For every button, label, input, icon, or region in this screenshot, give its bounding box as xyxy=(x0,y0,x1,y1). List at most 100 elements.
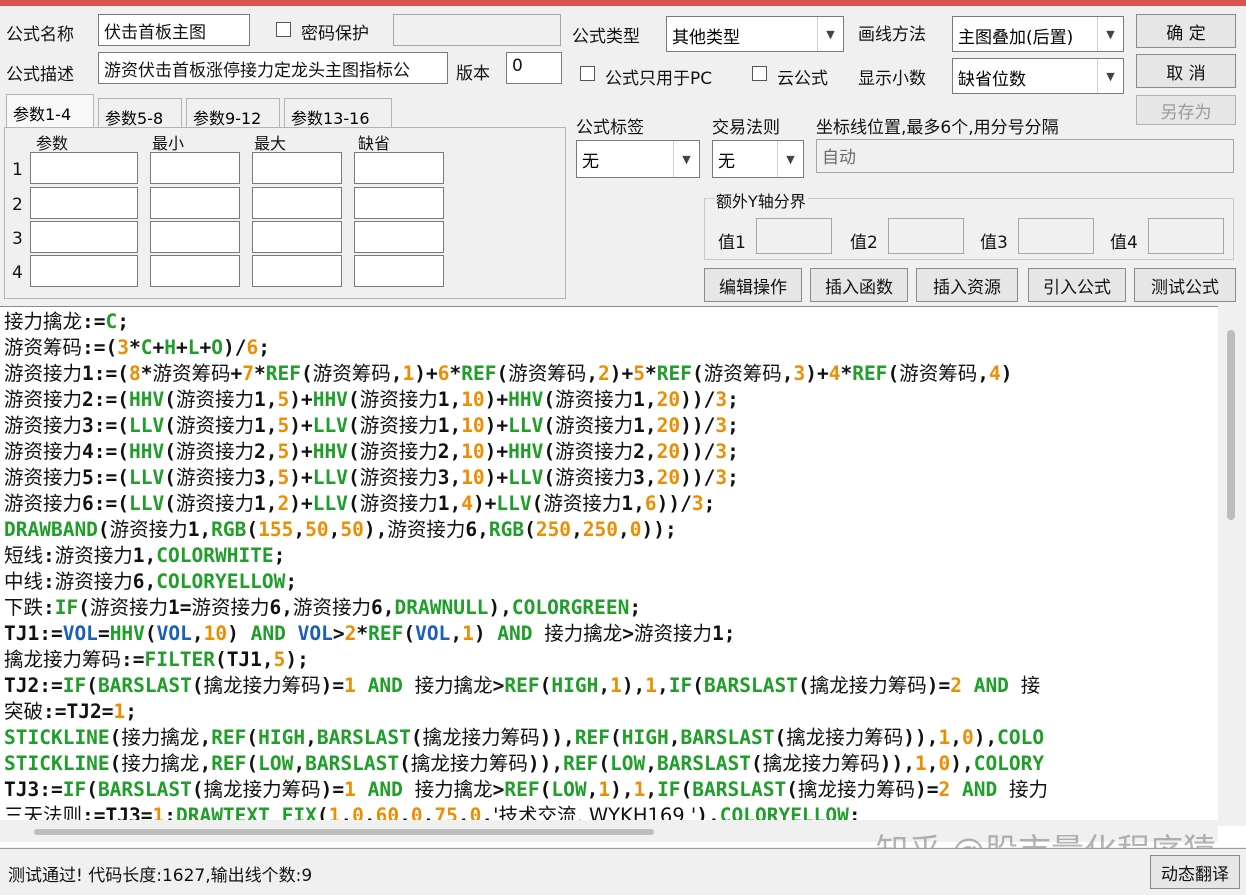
chevron-down-icon[interactable]: ▼ xyxy=(817,17,843,51)
draw-method-label: 画线方法 xyxy=(858,25,926,45)
import-formula-button[interactable]: 引入公式 xyxy=(1028,268,1126,302)
formula-type-select[interactable]: 其他类型 ▼ xyxy=(666,16,844,52)
param-header-min: 最小 xyxy=(152,134,185,153)
code-line[interactable]: 游资接力6:=(LLV(游资接力1,2)+LLV(游资接力1,4)+LLV(游资… xyxy=(4,491,1214,517)
code-line[interactable]: TJ1:=VOL=HHV(VOL,10) AND VOL>2*REF(VOL,1… xyxy=(4,621,1214,647)
param-row-label: 1 xyxy=(12,160,23,180)
code-editor[interactable]: 接力擒龙:=C; 游资筹码:=(3*C+H+L+O)/6; 游资接力1:=(8*游资… xyxy=(0,306,1246,847)
value4-label: 值4 xyxy=(1110,233,1138,253)
tab-params-9-12[interactable]: 参数9-12 xyxy=(186,98,280,128)
trade-rule-value: 无 xyxy=(718,152,735,172)
param-min-input[interactable] xyxy=(150,255,240,287)
cloud-label: 云公式 xyxy=(777,69,828,89)
vertical-scroll-thumb[interactable] xyxy=(1227,330,1235,520)
coord-lines-input[interactable]: 自动 xyxy=(816,139,1234,173)
pc-only-checkbox[interactable] xyxy=(580,66,595,81)
ok-button[interactable]: 确 定 xyxy=(1136,14,1236,48)
code-line[interactable]: 游资筹码:=(3*C+H+L+O)/6; xyxy=(4,335,1214,361)
value3-input[interactable] xyxy=(1018,218,1094,254)
decimals-select[interactable]: 缺省位数 ▼ xyxy=(952,58,1124,94)
value3-label: 值3 xyxy=(980,233,1008,253)
decimals-value: 缺省位数 xyxy=(958,70,1026,90)
formula-desc-label: 公式描述 xyxy=(6,65,74,85)
version-input[interactable]: 0 xyxy=(506,52,562,84)
save-as-button[interactable]: 另存为 xyxy=(1136,95,1236,125)
formula-name-label: 公式名称 xyxy=(6,25,74,45)
param-default-input[interactable] xyxy=(354,221,444,253)
horizontal-scroll-thumb[interactable] xyxy=(34,829,654,835)
insert-function-button[interactable]: 插入函数 xyxy=(810,268,908,302)
formula-type-value: 其他类型 xyxy=(672,28,740,48)
password-label: 密码保护 xyxy=(301,24,369,44)
test-formula-button[interactable]: 测试公式 xyxy=(1134,268,1236,302)
code-line[interactable]: 下跌:IF(游资接力1=游资接力6,游资接力6,DRAWNULL),COLORG… xyxy=(4,595,1214,621)
chevron-down-icon[interactable]: ▼ xyxy=(1097,17,1123,51)
param-name-input[interactable] xyxy=(30,152,138,184)
chevron-down-icon[interactable]: ▼ xyxy=(1097,59,1123,93)
password-checkbox[interactable] xyxy=(276,22,291,37)
draw-method-value: 主图叠加(后置) xyxy=(958,28,1074,48)
param-min-input[interactable] xyxy=(150,221,240,253)
cloud-checkbox[interactable] xyxy=(752,66,767,81)
param-default-input[interactable] xyxy=(354,187,444,219)
formula-tag-value: 无 xyxy=(582,152,599,172)
formula-tag-label: 公式标签 xyxy=(576,118,644,138)
formula-tag-select[interactable]: 无 ▼ xyxy=(576,140,700,178)
param-name-input[interactable] xyxy=(30,187,138,219)
param-name-input[interactable] xyxy=(30,221,138,253)
value4-input[interactable] xyxy=(1148,218,1224,254)
param-min-input[interactable] xyxy=(150,187,240,219)
param-name-input[interactable] xyxy=(30,255,138,287)
param-default-input[interactable] xyxy=(354,152,444,184)
tab-params-5-8[interactable]: 参数5-8 xyxy=(98,98,182,128)
chevron-down-icon[interactable]: ▼ xyxy=(777,141,803,177)
value1-input[interactable] xyxy=(756,218,832,254)
code-line[interactable]: 短线:游资接力1,COLORWHITE; xyxy=(4,543,1214,569)
param-max-input[interactable] xyxy=(252,152,342,184)
insert-resource-button[interactable]: 插入资源 xyxy=(916,268,1018,302)
code-line[interactable]: TJ2:=IF(BARSLAST(擒龙接力筹码)=1 AND 接力擒龙>REF(… xyxy=(4,673,1214,699)
translate-button[interactable]: 动态翻译 xyxy=(1150,855,1240,889)
param-default-input[interactable] xyxy=(354,255,444,287)
decimals-label: 显示小数 xyxy=(858,69,926,89)
param-max-input[interactable] xyxy=(252,221,342,253)
coord-lines-label: 坐标线位置,最多6个,用分号分隔 xyxy=(816,118,1059,138)
formula-type-label: 公式类型 xyxy=(572,27,640,47)
code-line[interactable]: 擒龙接力筹码:=FILTER(TJ1,5); xyxy=(4,647,1214,673)
tab-params-1-4[interactable]: 参数1-4 xyxy=(6,94,94,128)
code-line[interactable]: STICKLINE(接力擒龙,REF(LOW,BARSLAST(擒龙接力筹码))… xyxy=(4,751,1214,777)
param-max-input[interactable] xyxy=(252,187,342,219)
param-min-input[interactable] xyxy=(150,152,240,184)
trade-rule-select[interactable]: 无 ▼ xyxy=(712,140,804,178)
value2-input[interactable] xyxy=(888,218,964,254)
code-line[interactable]: DRAWBAND(游资接力1,RGB(155,50,50),游资接力6,RGB(… xyxy=(4,517,1214,543)
formula-desc-input[interactable]: 游资伏击首板涨停接力定龙头主图指标公 xyxy=(98,52,448,84)
param-max-input[interactable] xyxy=(252,255,342,287)
code-line[interactable]: STICKLINE(接力擒龙,REF(HIGH,BARSLAST(擒龙接力筹码)… xyxy=(4,725,1214,751)
code-line[interactable]: 游资接力2:=(HHV(游资接力1,5)+HHV(游资接力1,10)+HHV(游… xyxy=(4,387,1214,413)
chevron-down-icon[interactable]: ▼ xyxy=(673,141,699,177)
code-line[interactable]: 中线:游资接力6,COLORYELLOW; xyxy=(4,569,1214,595)
draw-method-select[interactable]: 主图叠加(后置) ▼ xyxy=(952,16,1124,52)
password-input[interactable] xyxy=(393,14,561,46)
cancel-button[interactable]: 取 消 xyxy=(1136,54,1236,88)
code-line[interactable]: 接力擒龙:=C; xyxy=(4,309,1214,335)
param-row-label: 2 xyxy=(12,195,23,215)
tab-params-13-16[interactable]: 参数13-16 xyxy=(284,98,392,128)
extra-y-axis-label: 额外Y轴分界 xyxy=(714,188,808,212)
param-header-max: 最大 xyxy=(254,134,287,153)
code-line[interactable]: 游资接力3:=(LLV(游资接力1,5)+LLV(游资接力1,10)+LLV(游… xyxy=(4,413,1214,439)
code-line[interactable]: TJ3:=IF(BARSLAST(擒龙接力筹码)=1 AND 接力擒龙>REF(… xyxy=(4,777,1214,803)
value1-label: 值1 xyxy=(718,233,746,253)
param-header-name: 参数 xyxy=(36,134,69,153)
code-text[interactable]: 接力擒龙:=C; 游资筹码:=(3*C+H+L+O)/6; 游资接力1:=(8*游资… xyxy=(4,309,1214,829)
vertical-scrollbar[interactable] xyxy=(1218,306,1246,826)
code-line[interactable]: 游资接力1:=(8*游资筹码+7*REF(游资筹码,1)+6*REF(游资筹码,… xyxy=(4,361,1214,387)
code-line[interactable]: 游资接力5:=(LLV(游资接力3,5)+LLV(游资接力3,10)+LLV(游… xyxy=(4,465,1214,491)
code-line[interactable]: 游资接力4:=(HHV(游资接力2,5)+HHV(游资接力2,10)+HHV(游… xyxy=(4,439,1214,465)
param-header-default: 缺省 xyxy=(358,134,391,153)
formula-name-input[interactable]: 伏击首板主图 xyxy=(98,14,250,46)
code-line[interactable]: 突破:=TJ2=1; xyxy=(4,699,1214,725)
edit-ops-button[interactable]: 编辑操作 xyxy=(704,268,802,302)
status-message: 测试通过! 代码长度:1627,输出线个数:9 xyxy=(8,866,313,886)
